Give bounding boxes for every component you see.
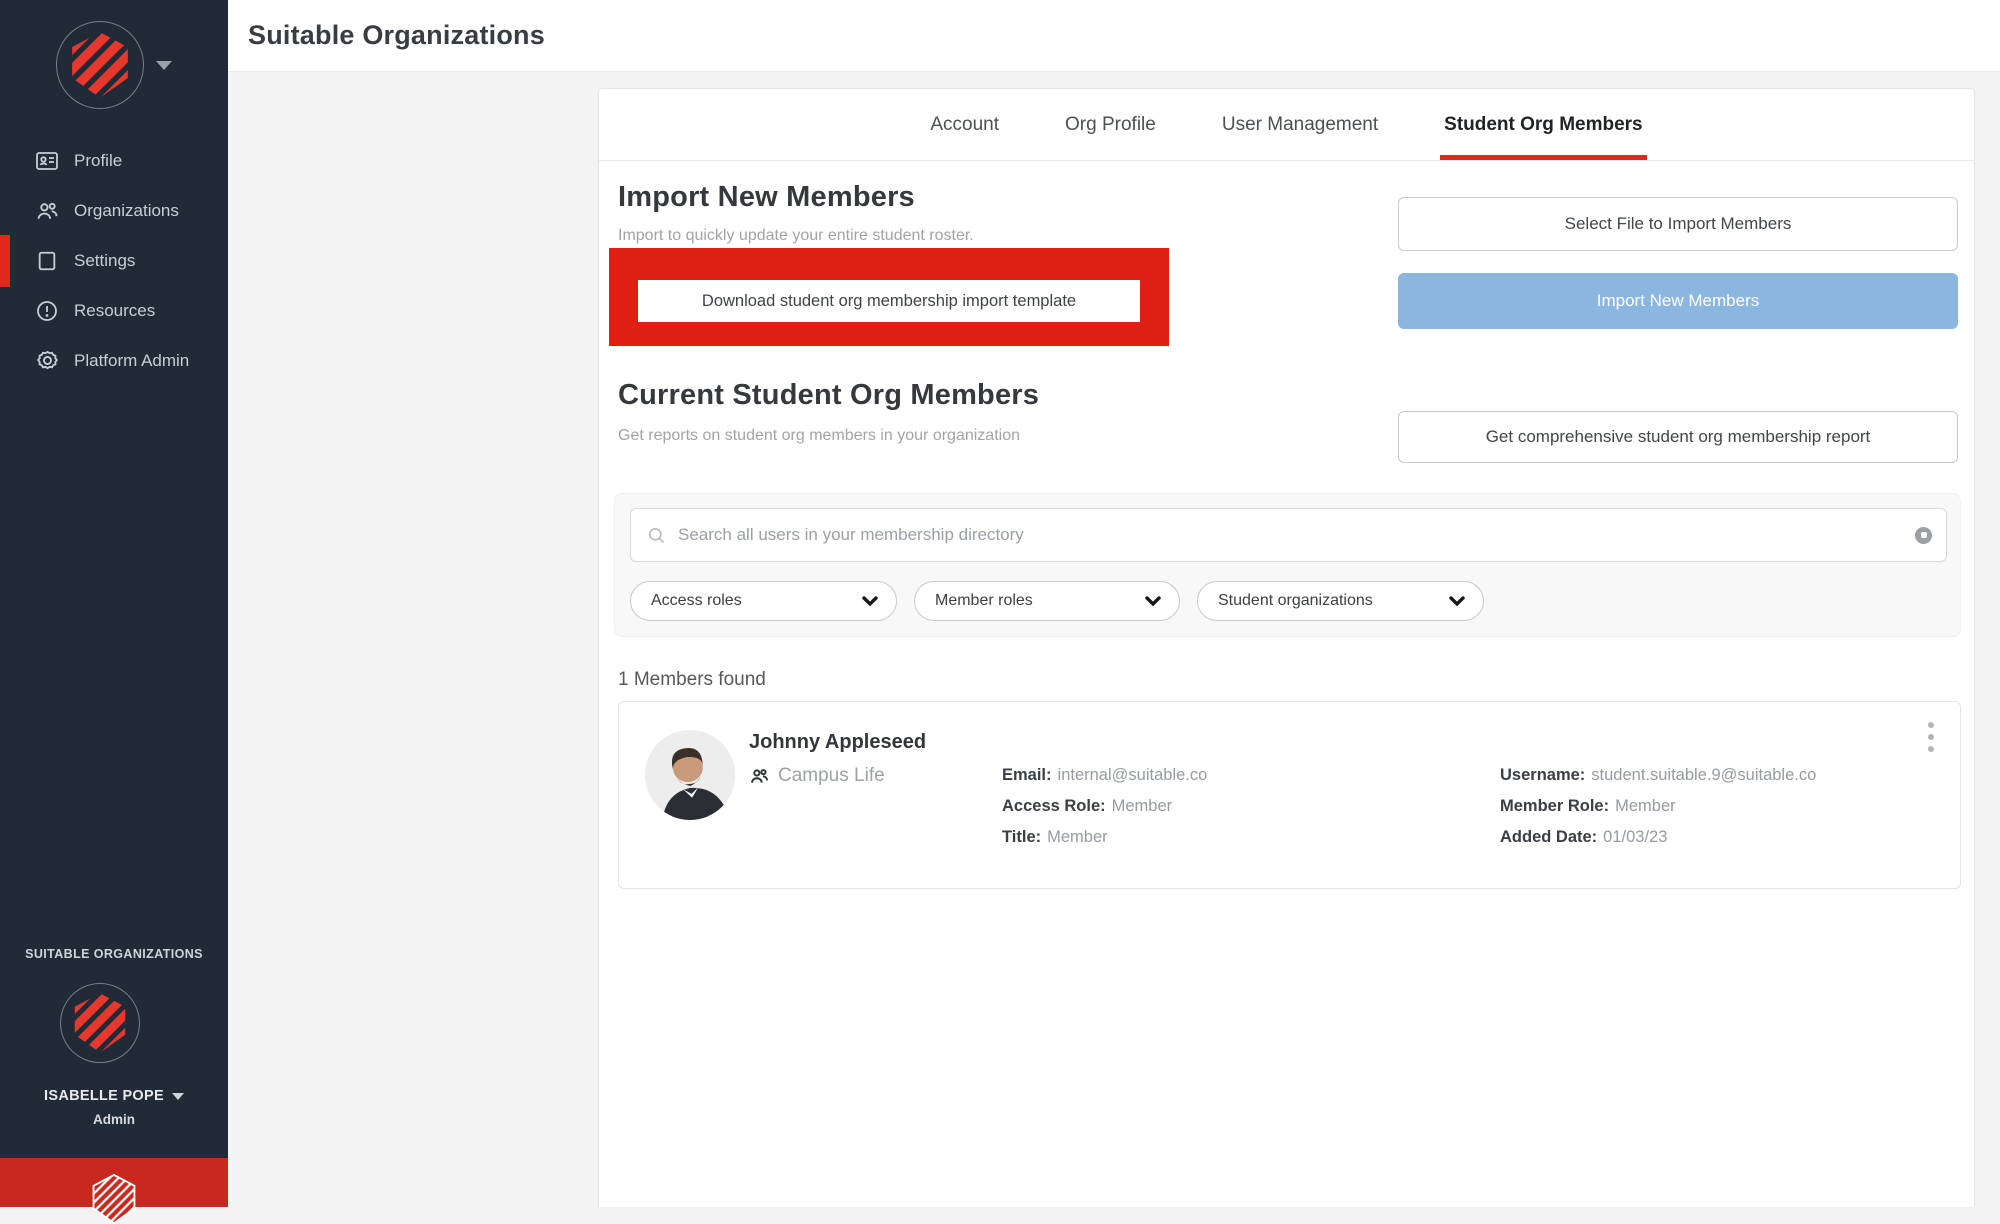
tab-account[interactable]: Account (926, 89, 1003, 160)
group-icon (749, 766, 770, 787)
filter-member-roles[interactable]: Member roles (914, 581, 1180, 621)
highlight-annotation: Download student org membership import t… (609, 248, 1169, 346)
sidebar-item-organizations[interactable]: Organizations (0, 186, 228, 236)
tab-bar: Account Org Profile User Management Stud… (599, 89, 1974, 161)
member-details-right: Username:student.suitable.9@suitable.co … (1500, 766, 1816, 859)
chevron-down-icon (172, 1093, 184, 1100)
search-filter-panel: Access roles Member roles Student organi… (614, 493, 1961, 637)
chevron-down-icon (1449, 595, 1465, 607)
sidebar-item-profile[interactable]: Profile (0, 136, 228, 186)
added-date-label: Added Date: (1500, 828, 1597, 846)
sidebar-item-label: Platform Admin (74, 351, 189, 371)
app-frame: Profile Organizations Settings (0, 0, 2000, 1207)
filter-access-roles[interactable]: Access roles (630, 581, 897, 621)
brand-shield-icon (72, 992, 128, 1054)
member-avatar (645, 730, 735, 820)
sidebar-nav: Profile Organizations Settings (0, 136, 228, 386)
tab-student-org-members[interactable]: Student Org Members (1440, 89, 1646, 160)
brand-shield-icon (69, 31, 131, 99)
tab-org-profile[interactable]: Org Profile (1061, 89, 1160, 160)
select-file-button[interactable]: Select File to Import Members (1398, 197, 1958, 251)
user-org-logo[interactable] (60, 983, 140, 1063)
members-found-count: 1 Members found (618, 669, 766, 691)
info-icon (34, 298, 60, 324)
search-icon (647, 526, 666, 545)
sidebar-footer-brand (0, 1158, 228, 1207)
brand-shield-icon (91, 1174, 137, 1224)
id-card-icon (34, 148, 60, 174)
search-box (630, 508, 1947, 562)
added-date-value: 01/03/23 (1603, 828, 1667, 846)
sidebar: Profile Organizations Settings (0, 0, 228, 1207)
sidebar-item-resources[interactable]: Resources (0, 286, 228, 336)
org-logo[interactable] (56, 21, 144, 109)
access-role-label: Access Role: (1002, 797, 1106, 815)
chevron-down-icon[interactable] (156, 61, 172, 70)
filter-label: Student organizations (1218, 592, 1373, 610)
current-section-subtitle: Get reports on student org members in yo… (618, 427, 1020, 445)
member-role-value: Member (1615, 797, 1676, 815)
member-card: Johnny Appleseed Campus Life Email: inter… (618, 701, 1961, 889)
page-title: Suitable Organizations (248, 20, 545, 51)
email-value: internal@suitable.co (1058, 766, 1208, 784)
title-label: Title: (1002, 828, 1041, 846)
filter-student-organizations[interactable]: Student organizations (1197, 581, 1484, 621)
title-value: Member (1047, 828, 1108, 846)
member-org: Campus Life (778, 765, 885, 787)
sidebar-item-label: Resources (74, 301, 155, 321)
access-role-value: Member (1112, 797, 1173, 815)
chevron-down-icon (1145, 595, 1161, 607)
member-role-label: Member Role: (1500, 797, 1609, 815)
gear-icon (34, 348, 60, 374)
sidebar-item-label: Settings (74, 251, 135, 271)
sidebar-item-label: Organizations (74, 201, 179, 221)
member-actions-menu-icon[interactable] (1924, 718, 1938, 756)
chevron-down-icon (862, 595, 878, 607)
search-settings-icon[interactable] (1915, 527, 1932, 544)
sidebar-item-settings[interactable]: Settings (0, 236, 228, 286)
user-role: Admin (0, 1112, 228, 1127)
filter-label: Access roles (651, 592, 742, 610)
import-section-subtitle: Import to quickly update your entire stu… (618, 227, 974, 245)
membership-report-button[interactable]: Get comprehensive student org membership… (1398, 411, 1958, 463)
search-input[interactable] (678, 525, 1915, 545)
filter-label: Member roles (935, 592, 1033, 610)
email-label: Email: (1002, 766, 1052, 784)
member-org-row: Campus Life (749, 765, 885, 787)
member-details-left: Email: internal@suitable.co Access Role: M… (1002, 766, 1207, 859)
top-bar: Suitable Organizations (228, 0, 2000, 72)
import-new-members-button[interactable]: Import New Members (1398, 273, 1958, 329)
import-section-heading: Import New Members (618, 181, 915, 214)
group-icon (34, 198, 60, 224)
user-name: ISABELLE POPE (44, 1088, 164, 1104)
username-value: student.suitable.9@suitable.co (1591, 766, 1816, 784)
sidebar-item-platform-admin[interactable]: Platform Admin (0, 336, 228, 386)
filter-row: Access roles Member roles Student organi… (630, 581, 1484, 621)
current-section-heading: Current Student Org Members (618, 379, 1039, 412)
sidebar-org-label: SUITABLE ORGANIZATIONS (0, 947, 228, 961)
tab-user-management[interactable]: User Management (1218, 89, 1382, 160)
main-panel: Account Org Profile User Management Stud… (598, 88, 1975, 1207)
member-name: Johnny Appleseed (749, 731, 926, 754)
sidebar-item-label: Profile (74, 151, 122, 171)
user-menu[interactable]: ISABELLE POPE (0, 1088, 228, 1104)
download-template-button[interactable]: Download student org membership import t… (638, 280, 1140, 322)
square-icon (34, 248, 60, 274)
username-label: Username: (1500, 766, 1585, 784)
